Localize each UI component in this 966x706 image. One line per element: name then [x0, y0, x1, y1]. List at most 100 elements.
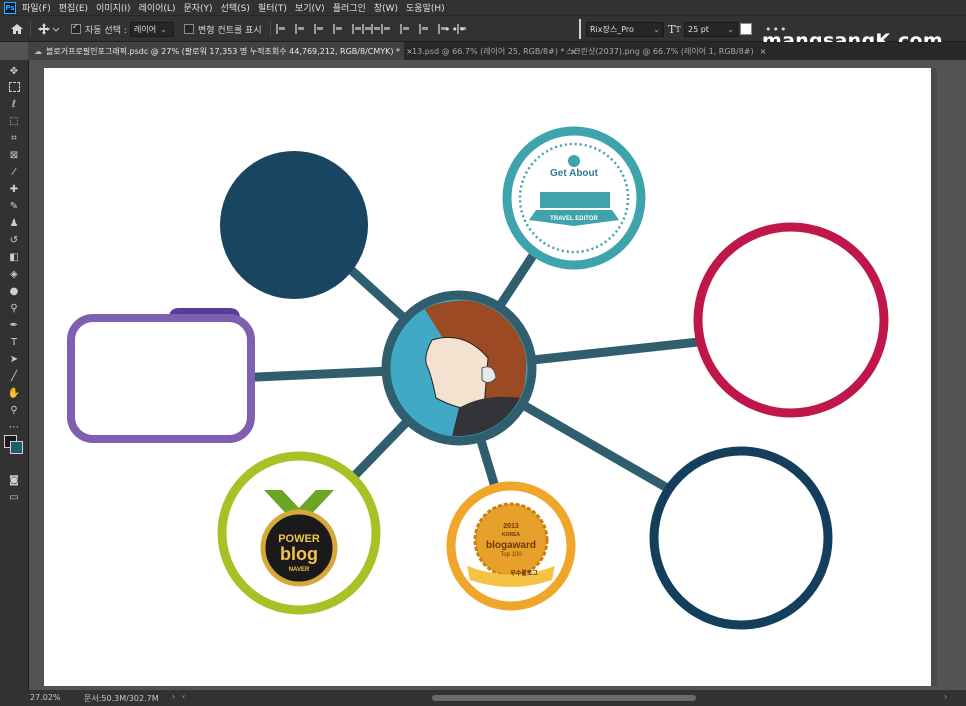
- document-tab-bar: ☁ 블로거프로필인포그래픽.psdc @ 27% (팔로워 17,353 명 누…: [28, 42, 966, 60]
- more-tools-icon[interactable]: ⋯: [7, 420, 21, 434]
- marquee-tool-icon[interactable]: [7, 80, 21, 94]
- travel-brand-text: Get About: [550, 168, 599, 179]
- auto-select-dropdown[interactable]: 레이어 ⌄: [130, 21, 174, 37]
- move-tool-icon[interactable]: [38, 22, 60, 36]
- align-left-icon[interactable]: [276, 24, 288, 34]
- home-icon[interactable]: [10, 22, 24, 36]
- align-top-icon[interactable]: [333, 24, 345, 34]
- infographic-artwork: Get About TRAVEL EDITOR POWER blog NAVER…: [67, 126, 889, 630]
- tools-panel: ✥ ℓ ⬚ ⌗ ⊠ ⁄ ✚ ✎ ♟ ↺ ◧ ◈ ● ⚲ ✒ T ➤ ╱ ✋ ⚲ …: [0, 60, 29, 690]
- checkbox-unchecked-icon: [184, 24, 194, 34]
- travel-editor-badge: [502, 126, 646, 270]
- auto-select-checkbox[interactable]: 자동 선택 :: [71, 22, 127, 36]
- eyedropper-tool-icon[interactable]: ⁄: [7, 165, 21, 179]
- close-icon[interactable]: ×: [760, 47, 767, 56]
- zoom-level[interactable]: 27.02%: [30, 693, 61, 702]
- stamp-tool-icon[interactable]: ♟: [7, 216, 21, 230]
- blog-text: blog: [280, 544, 318, 564]
- tab-document-1[interactable]: ☁ 블로거프로필인포그래픽.psdc @ 27% (팔로워 17,353 명 누…: [28, 42, 413, 60]
- menu-select[interactable]: 선택(S): [221, 1, 250, 14]
- quick-mask-icon[interactable]: ◙: [7, 473, 21, 487]
- naver-text: NAVER: [289, 567, 310, 573]
- auto-select-value: 레이어: [134, 24, 157, 34]
- move-tool-icon[interactable]: ✥: [7, 64, 21, 78]
- transform-controls-checkbox[interactable]: 변형 컨트롤 표시: [184, 22, 262, 36]
- tab-label: 스크린샷(2037).png @ 66.7% (레이어 1, RGB/8#): [566, 46, 754, 56]
- menu-image[interactable]: 이미지(I): [96, 1, 131, 14]
- status-arrow-icon[interactable]: ›: [172, 692, 175, 701]
- award-year-text: 2013: [503, 523, 519, 530]
- font-size-dropdown[interactable]: 25 pt ⌄: [684, 21, 738, 37]
- align-right-icon[interactable]: [314, 24, 326, 34]
- scroll-left-icon[interactable]: ‹: [182, 692, 185, 701]
- document-canvas[interactable]: Get About TRAVEL EDITOR POWER blog NAVER…: [44, 68, 931, 686]
- font-size-value: 25 pt: [688, 24, 709, 34]
- history-brush-icon[interactable]: ↺: [7, 233, 21, 247]
- chevron-down-icon: ⌄: [727, 24, 734, 34]
- menu-filter[interactable]: 필터(T): [258, 1, 287, 14]
- chevron-down-icon: ⌄: [160, 24, 167, 34]
- paint-bucket-icon[interactable]: ◈: [7, 267, 21, 281]
- distribute-top-icon[interactable]: [362, 24, 374, 34]
- line-tool-icon[interactable]: ╱: [7, 369, 21, 383]
- font-size-icon: TT: [668, 22, 681, 36]
- path-selection-icon[interactable]: ➤: [7, 352, 21, 366]
- navy-ring: [649, 446, 833, 630]
- font-family-dropdown[interactable]: Rix장스_Pro ⌄: [586, 21, 664, 37]
- scroll-right-icon[interactable]: ›: [944, 692, 947, 701]
- menu-file[interactable]: 파일(F): [22, 1, 51, 14]
- cloud-icon: ☁: [34, 46, 42, 56]
- menu-edit[interactable]: 편집(E): [59, 1, 88, 14]
- text-color-swatch[interactable]: [740, 22, 752, 36]
- tab-label: 13.psd @ 66.7% (레이어 25, RGB/8#) *: [412, 46, 565, 56]
- tab-label: 블로거프로필인포그래픽.psdc @ 27% (팔로워 17,353 명 누적조…: [46, 46, 401, 56]
- award-title-text: blogaward: [486, 540, 536, 551]
- transform-controls-label: 변형 컨트롤 표시: [198, 25, 262, 36]
- screen-mode-icon[interactable]: ▭: [7, 490, 21, 504]
- object-select-tool-icon[interactable]: ⬚: [7, 114, 21, 128]
- pen-tool-icon[interactable]: ✒: [7, 318, 21, 332]
- photoshop-logo-icon[interactable]: Ps: [4, 1, 16, 14]
- award-top100-text: Top 100: [500, 552, 522, 558]
- tab-document-3[interactable]: 스크린샷(2037).png @ 66.7% (레이어 1, RGB/8#) ×: [560, 42, 766, 60]
- crop-tool-icon[interactable]: ⌗: [7, 131, 21, 145]
- distribute-left-icon[interactable]: [419, 24, 431, 34]
- chevron-down-icon: ⌄: [653, 24, 660, 34]
- menu-bar: Ps 파일(F) 편집(E) 이미지(I) 레이어(L) 문자(Y) 선택(S)…: [0, 0, 966, 15]
- font-family-value: Rix장스_Pro: [590, 24, 634, 34]
- align-center-icon[interactable]: [295, 24, 307, 34]
- frame-tool-icon[interactable]: ⊠: [7, 148, 21, 162]
- menu-layer[interactable]: 레이어(L): [139, 1, 176, 14]
- center-portrait: [381, 290, 537, 446]
- document-size-info: 문서:50.3M/302.7M: [84, 694, 159, 703]
- auto-select-label: 자동 선택 :: [85, 25, 127, 36]
- hand-tool-icon[interactable]: ✋: [7, 386, 21, 400]
- crimson-ring: [693, 222, 889, 418]
- checkbox-checked-icon: [71, 22, 81, 34]
- award-ribbon-text: 우수블로그: [510, 569, 538, 577]
- healing-brush-icon[interactable]: ✚: [7, 182, 21, 196]
- zoom-tool-icon[interactable]: ⚲: [7, 403, 21, 417]
- purple-folder-card: [67, 308, 255, 443]
- brush-tool-icon[interactable]: ✎: [7, 199, 21, 213]
- blur-tool-icon[interactable]: ●: [7, 284, 21, 298]
- dodge-tool-icon[interactable]: ⚲: [7, 301, 21, 315]
- eraser-tool-icon[interactable]: ◧: [7, 250, 21, 264]
- menu-plugins[interactable]: 플러그인: [333, 1, 366, 14]
- menu-type[interactable]: 문자(Y): [183, 1, 212, 14]
- menu-view[interactable]: 보기(V): [295, 1, 325, 14]
- travel-ribbon-text: TRAVEL EDITOR: [550, 216, 598, 222]
- horizontal-scrollbar-thumb[interactable]: [432, 695, 696, 701]
- distribute-bottom-icon[interactable]: [400, 24, 412, 34]
- more-options-button[interactable]: •••: [444, 22, 466, 36]
- distribute-vcenter-icon[interactable]: [381, 24, 393, 34]
- award-korea-text: KOREA: [502, 532, 520, 538]
- lasso-tool-icon[interactable]: ℓ: [7, 97, 21, 111]
- tab-document-2[interactable]: 13.psd @ 66.7% (레이어 25, RGB/8#) * ×: [406, 42, 577, 60]
- menu-window[interactable]: 창(W): [374, 1, 398, 14]
- vertical-scrollbar[interactable]: [931, 68, 937, 686]
- type-tool-icon[interactable]: T: [7, 335, 21, 349]
- navy-circle: [220, 151, 368, 299]
- color-swatches[interactable]: [4, 435, 23, 454]
- menu-help[interactable]: 도움말(H): [406, 1, 445, 14]
